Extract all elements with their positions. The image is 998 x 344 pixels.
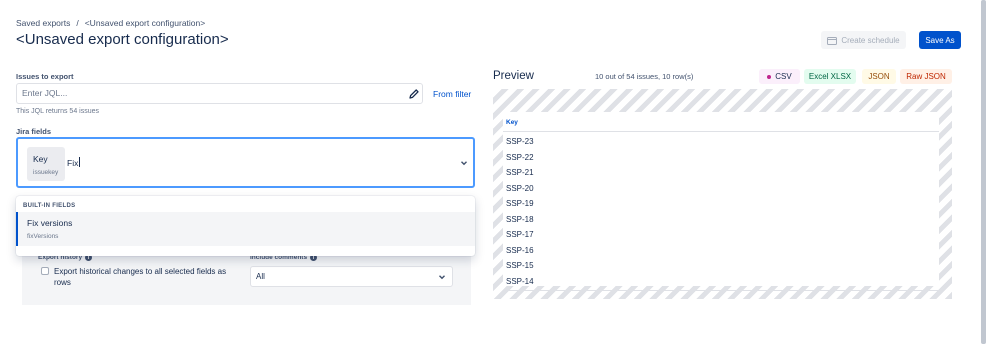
format-csv-button[interactable]: CSV [759, 69, 800, 84]
field-chip-key[interactable]: Key issuekey [27, 147, 65, 181]
save-as-button[interactable]: Save As [919, 31, 961, 49]
selected-dot-icon [767, 74, 772, 79]
header-divider [503, 131, 939, 132]
jql-field[interactable] [16, 83, 423, 104]
chevron-down-icon [439, 275, 445, 280]
fields-dropdown-menu: BUILT-IN FIELDS Fix versions fixVersions [16, 196, 475, 256]
page-title: <Unsaved export configuration> [16, 31, 229, 48]
dropdown-option-fix-versions[interactable]: Fix versions fixVersions [16, 212, 475, 246]
breadcrumb: Saved exports / <Unsaved export configur… [16, 18, 205, 28]
jql-hint: This JQL returns 54 issues [16, 108, 99, 115]
table-row: SSP-19 [506, 199, 534, 208]
include-comments-value: All [256, 272, 265, 281]
table-row: SSP-14 [506, 276, 939, 291]
preview-area: Key SSP-23 SSP-22 SSP-21 SSP-20 SSP-19 S… [493, 89, 952, 299]
jira-fields-label: Jira fields [16, 127, 52, 136]
option-sub: fixVersions [27, 233, 59, 240]
breadcrumb-current[interactable]: <Unsaved export configuration> [85, 18, 206, 28]
dropdown-group-heading: BUILT-IN FIELDS [23, 203, 76, 209]
jira-fields-select[interactable]: Key issuekey Fix [16, 137, 475, 188]
format-json-button[interactable]: JSON [862, 69, 896, 84]
format-raw-json-button[interactable]: Raw JSON [900, 69, 952, 84]
chevron-down-icon[interactable] [460, 159, 468, 167]
breadcrumb-saved-exports[interactable]: Saved exports [16, 18, 70, 28]
export-history-checkbox-label: Export historical changes to all selecte… [54, 267, 227, 287]
pencil-icon[interactable] [408, 88, 420, 100]
format-xlsx-button[interactable]: Excel XLSX [804, 69, 856, 84]
table-row: SSP-18 [506, 214, 534, 224]
table-row: SSP-21 [506, 168, 534, 177]
create-schedule-button[interactable]: Create schedule [821, 31, 906, 49]
breadcrumb-separator: / [76, 18, 79, 28]
option-title: Fix versions [27, 218, 73, 228]
issues-to-export-label: Issues to export [16, 72, 74, 81]
calendar-icon [827, 36, 838, 45]
table-row: SSP-22 [506, 152, 534, 162]
chip-title: Key [33, 154, 48, 164]
preview-title: Preview [493, 70, 534, 82]
preview-rows: SSP-23 SSP-22 SSP-21 SSP-20 SSP-19 SSP-1… [506, 136, 939, 291]
text-caret [79, 157, 81, 167]
preview-count: 10 out of 54 issues, 10 row(s) [595, 72, 694, 81]
page-scrollbar[interactable] [981, 0, 986, 344]
table-row: SSP-23 [506, 137, 534, 146]
column-header-key: Key [506, 119, 518, 126]
table-row: SSP-16 [506, 245, 534, 255]
chip-sub: issuekey [33, 169, 59, 176]
create-schedule-label: Create schedule [841, 35, 900, 45]
typed-text: Fix [67, 158, 79, 168]
preview-table: Key SSP-23 SSP-22 SSP-21 SSP-20 SSP-19 S… [503, 112, 939, 291]
table-row: SSP-17 [506, 230, 534, 239]
export-options-panel: Export history i Export historical chang… [22, 254, 471, 305]
format-csv-label: CSV [775, 72, 792, 81]
fields-search-text[interactable]: Fix [67, 157, 81, 168]
from-filter-link[interactable]: From filter [433, 89, 471, 99]
table-row: SSP-15 [506, 261, 534, 270]
jql-input[interactable] [22, 88, 392, 98]
export-history-checkbox[interactable] [41, 267, 49, 275]
include-comments-select[interactable]: All [250, 266, 453, 287]
table-row: SSP-20 [506, 183, 534, 193]
